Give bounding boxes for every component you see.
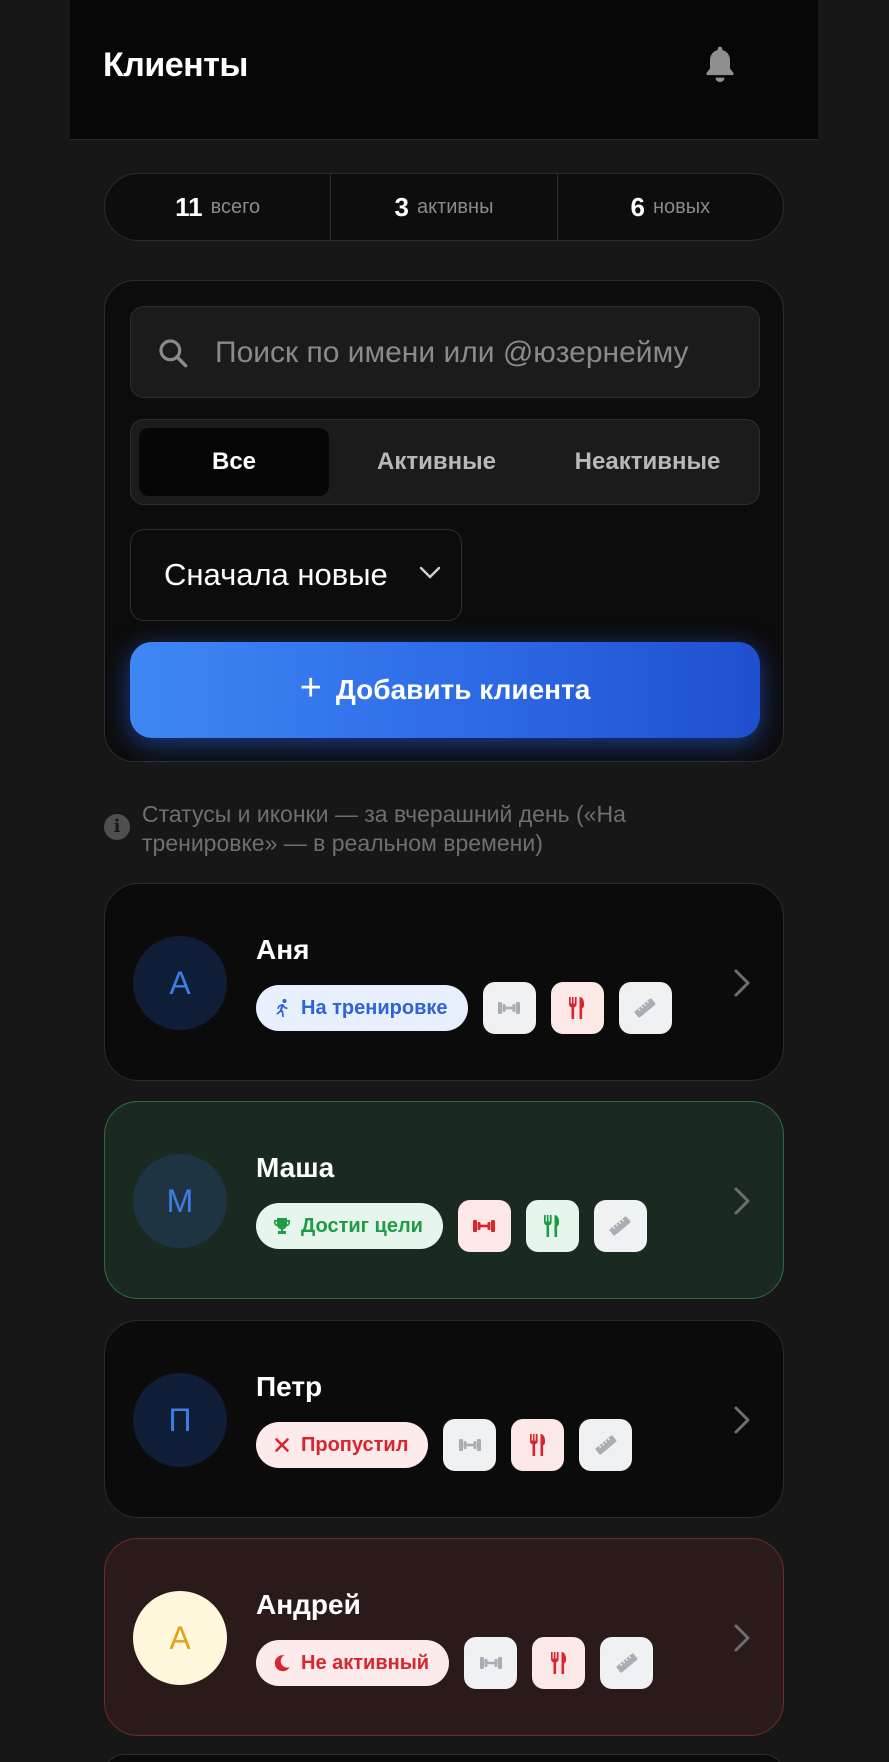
plus-icon: +: [299, 667, 322, 709]
client-card-anya[interactable]: А Аня На тренировке: [104, 883, 784, 1081]
nutrition-indicator: [525, 1200, 579, 1252]
status-hint: i Статусы и иконки — за вчерашний день (…: [104, 800, 724, 858]
fork-knife-icon: [544, 1215, 560, 1237]
client-name: Петр: [256, 1371, 323, 1402]
filters-panel: Все Активные Неактивные Сначала новые + …: [104, 280, 784, 762]
measurements-indicator: [618, 982, 672, 1034]
stat-active: 3 активны: [330, 174, 556, 240]
stat-total: 11 всего: [105, 174, 330, 240]
chevron-right-icon: [734, 1187, 750, 1215]
moon-icon: [274, 1655, 290, 1672]
tab-active[interactable]: Активные: [333, 428, 540, 496]
fork-knife-icon: [529, 1434, 546, 1456]
workout-indicator: [464, 1637, 518, 1689]
client-name: Аня: [256, 934, 310, 965]
page-title: Клиенты: [103, 46, 248, 84]
stat-total-count: 11: [175, 191, 203, 222]
search-input[interactable]: [213, 307, 757, 397]
status-badge: Пропустил: [256, 1422, 429, 1468]
workout-indicator: [482, 982, 536, 1034]
stat-new-count: 6: [630, 191, 645, 222]
client-card-masha[interactable]: М Маша Достиг цели: [104, 1101, 784, 1299]
add-client-button[interactable]: + Добавить клиента: [130, 642, 760, 738]
cross-icon: [275, 1438, 289, 1452]
top-bar: Клиенты: [70, 0, 818, 140]
status-hint-text: Статусы и иконки — за вчерашний день («Н…: [142, 801, 626, 856]
measurements-indicator: [593, 1200, 647, 1252]
ruler-icon: [610, 1216, 631, 1236]
search-box: [130, 306, 760, 398]
fork-knife-icon: [550, 1652, 566, 1674]
client-indicators: На тренировке: [256, 982, 672, 1034]
info-icon: i: [104, 814, 130, 840]
bell-icon[interactable]: [700, 44, 740, 86]
sort-dropdown[interactable]: Сначала новые: [130, 529, 462, 621]
tab-inactive[interactable]: Неактивные: [544, 428, 751, 496]
chevron-right-icon: [734, 1624, 750, 1652]
ruler-icon: [595, 1435, 617, 1455]
stats-summary: 11 всего 3 активны 6 новых: [104, 173, 784, 241]
app-screen: Клиенты 11 всего 3 активны 6 новых Поиск…: [70, 0, 818, 1762]
ruler-icon: [616, 1653, 637, 1673]
status-badge: Не активный: [256, 1640, 450, 1686]
nutrition-indicator: [511, 1419, 565, 1471]
sort-dropdown-label: Сначала новые: [164, 557, 388, 592]
fork-knife-icon: [569, 997, 585, 1019]
nutrition-indicator: [550, 982, 604, 1034]
dumbbell-icon: [473, 1220, 496, 1232]
stat-active-count: 3: [394, 191, 409, 222]
client-card-andrey[interactable]: А Андрей Не активный: [104, 1538, 784, 1736]
status-filter-tabs: Все Активные Неактивные: [130, 419, 760, 505]
status-badge: На тренировке: [256, 985, 468, 1031]
client-indicators: Пропустил: [256, 1419, 633, 1471]
client-card-partial[interactable]: [104, 1754, 784, 1762]
chevron-right-icon: [734, 969, 750, 997]
trophy-icon: [274, 1218, 290, 1234]
stat-new: 6 новых: [556, 174, 783, 240]
chevron-right-icon: [734, 1406, 750, 1434]
add-client-label: Добавить клиента: [335, 674, 591, 705]
status-badge-label: На тренировке: [301, 996, 448, 1019]
avatar: М: [133, 1154, 227, 1248]
search-icon: [159, 339, 188, 368]
running-icon: [276, 999, 288, 1017]
status-badge-label: Не активный: [301, 1651, 430, 1674]
client-indicators: Не активный: [256, 1637, 654, 1689]
status-badge: Достиг цели: [256, 1203, 443, 1249]
workout-indicator: [443, 1419, 497, 1471]
measurements-indicator: [579, 1419, 633, 1471]
chevron-down-icon: [419, 566, 441, 579]
status-badge-label: Пропустил: [301, 1433, 409, 1456]
client-name: Маша: [256, 1152, 335, 1183]
avatar: А: [133, 936, 227, 1030]
stat-total-label: всего: [210, 195, 261, 218]
client-name: Андрей: [256, 1589, 361, 1620]
avatar: П: [133, 1373, 227, 1467]
client-card-petr[interactable]: П Петр Пропустил: [104, 1320, 784, 1518]
status-badge-label: Достиг цели: [301, 1214, 423, 1237]
dumbbell-icon: [479, 1657, 502, 1669]
avatar: А: [133, 1591, 227, 1685]
stat-new-label: новых: [652, 195, 711, 218]
dumbbell-icon: [498, 1002, 520, 1014]
workout-indicator: [457, 1200, 511, 1252]
tab-all[interactable]: Все: [139, 428, 329, 496]
nutrition-indicator: [532, 1637, 586, 1689]
dumbbell-icon: [458, 1439, 481, 1451]
ruler-icon: [634, 998, 656, 1018]
client-indicators: Достиг цели: [256, 1200, 647, 1252]
stat-active-label: активны: [416, 195, 494, 218]
measurements-indicator: [600, 1637, 654, 1689]
